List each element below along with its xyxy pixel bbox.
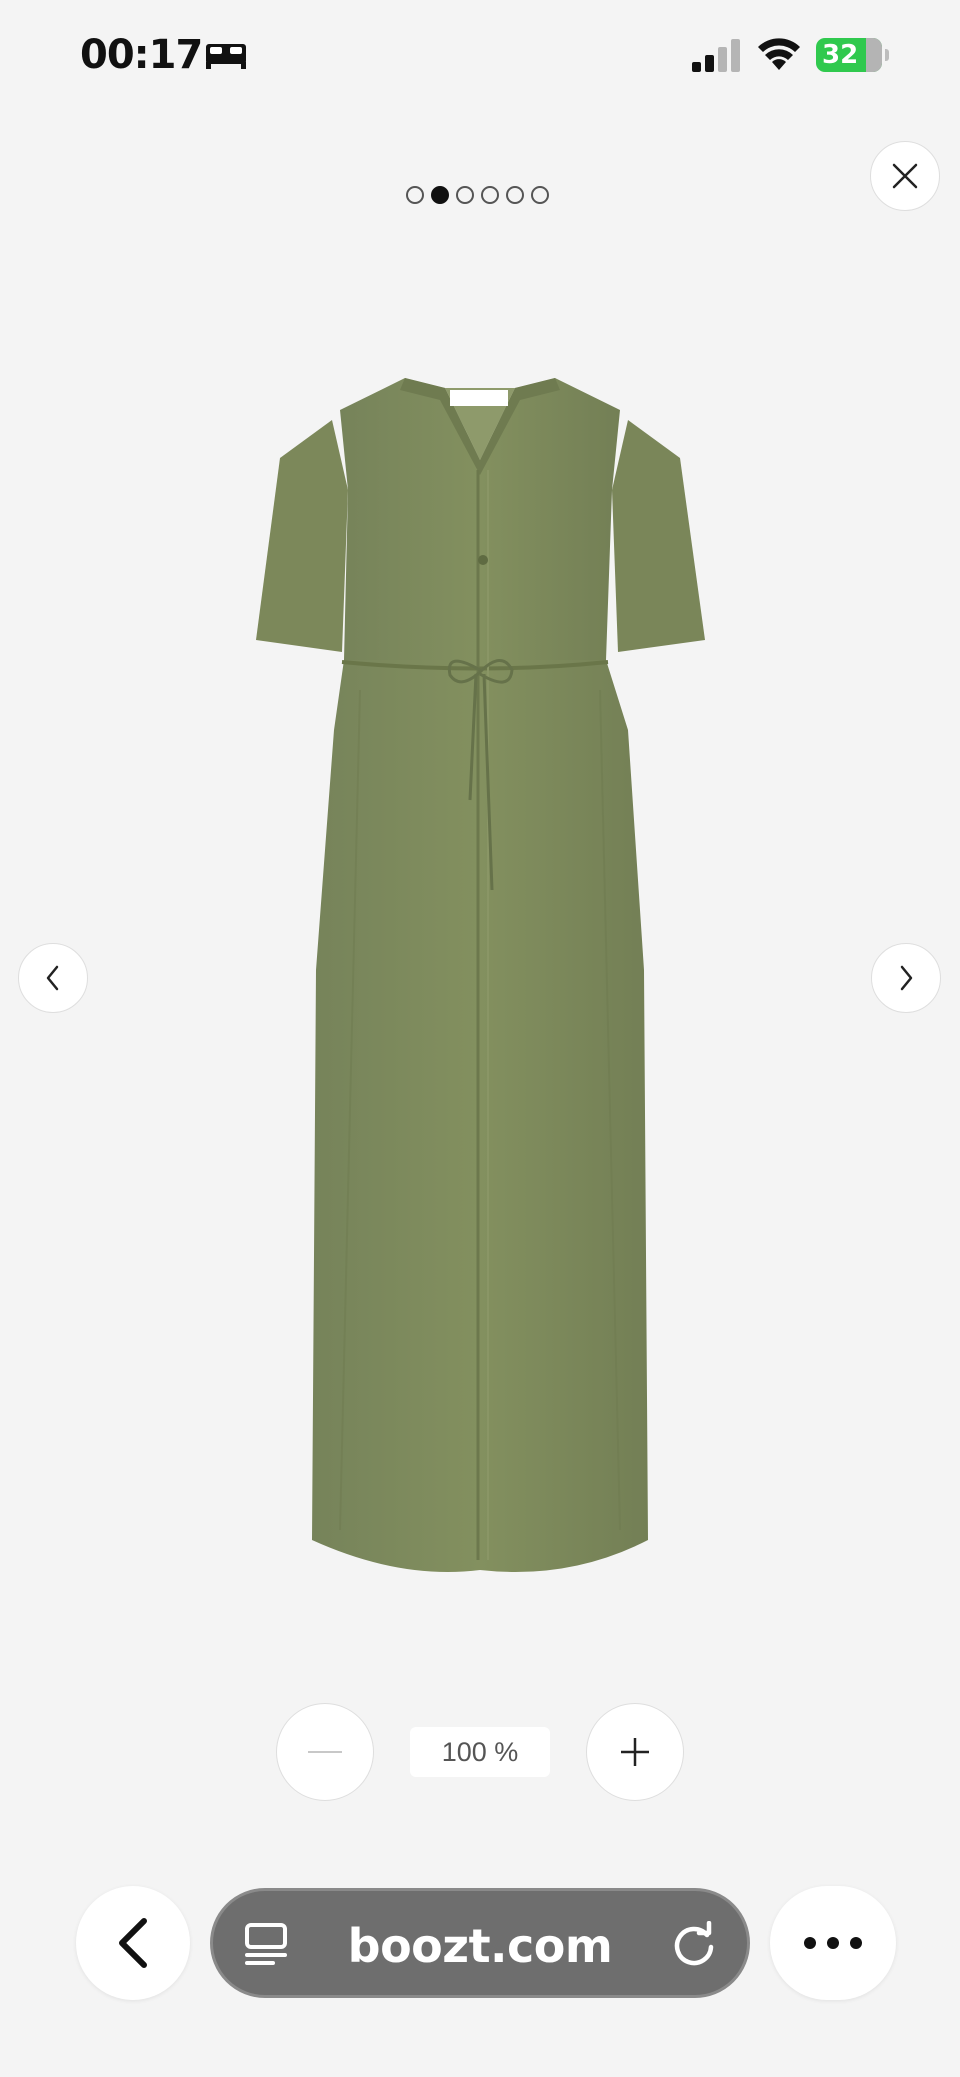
- product-image[interactable]: [240, 370, 720, 1580]
- gallery-pagination[interactable]: [406, 186, 549, 204]
- chevron-left-icon: [119, 1918, 147, 1968]
- browser-more-button[interactable]: [770, 1886, 896, 2000]
- chevron-right-icon: [900, 965, 913, 991]
- close-button[interactable]: [870, 141, 940, 211]
- pagination-dot[interactable]: [531, 186, 549, 204]
- browser-back-button[interactable]: [76, 1886, 190, 2000]
- chevron-left-icon: [46, 965, 59, 991]
- more-icon: [804, 1937, 862, 1949]
- zoom-level: 100 %: [410, 1727, 550, 1777]
- plus-icon: [621, 1738, 649, 1766]
- reload-icon[interactable]: [671, 1921, 717, 1967]
- pagination-dot[interactable]: [506, 186, 524, 204]
- next-image-button[interactable]: [871, 943, 941, 1013]
- zoom-in-button[interactable]: [586, 1703, 684, 1801]
- battery-level: 32: [822, 40, 859, 70]
- address-bar[interactable]: boozt.com: [210, 1888, 750, 1998]
- wifi-icon: [758, 38, 800, 70]
- close-icon: [892, 163, 918, 189]
- pagination-dot[interactable]: [456, 186, 474, 204]
- minus-icon: [308, 1751, 342, 1753]
- sleep-icon: [206, 44, 246, 69]
- pagination-dot[interactable]: [481, 186, 499, 204]
- battery-icon: 32: [816, 38, 889, 72]
- pagination-dot-active[interactable]: [431, 186, 449, 204]
- zoom-out-button[interactable]: [276, 1703, 374, 1801]
- status-bar: 00:17 32: [0, 0, 960, 115]
- pagination-dot[interactable]: [406, 186, 424, 204]
- previous-image-button[interactable]: [18, 943, 88, 1013]
- signal-icon: [692, 39, 740, 72]
- status-time: 00:17: [80, 32, 203, 78]
- url-text: boozt.com: [347, 1919, 613, 1973]
